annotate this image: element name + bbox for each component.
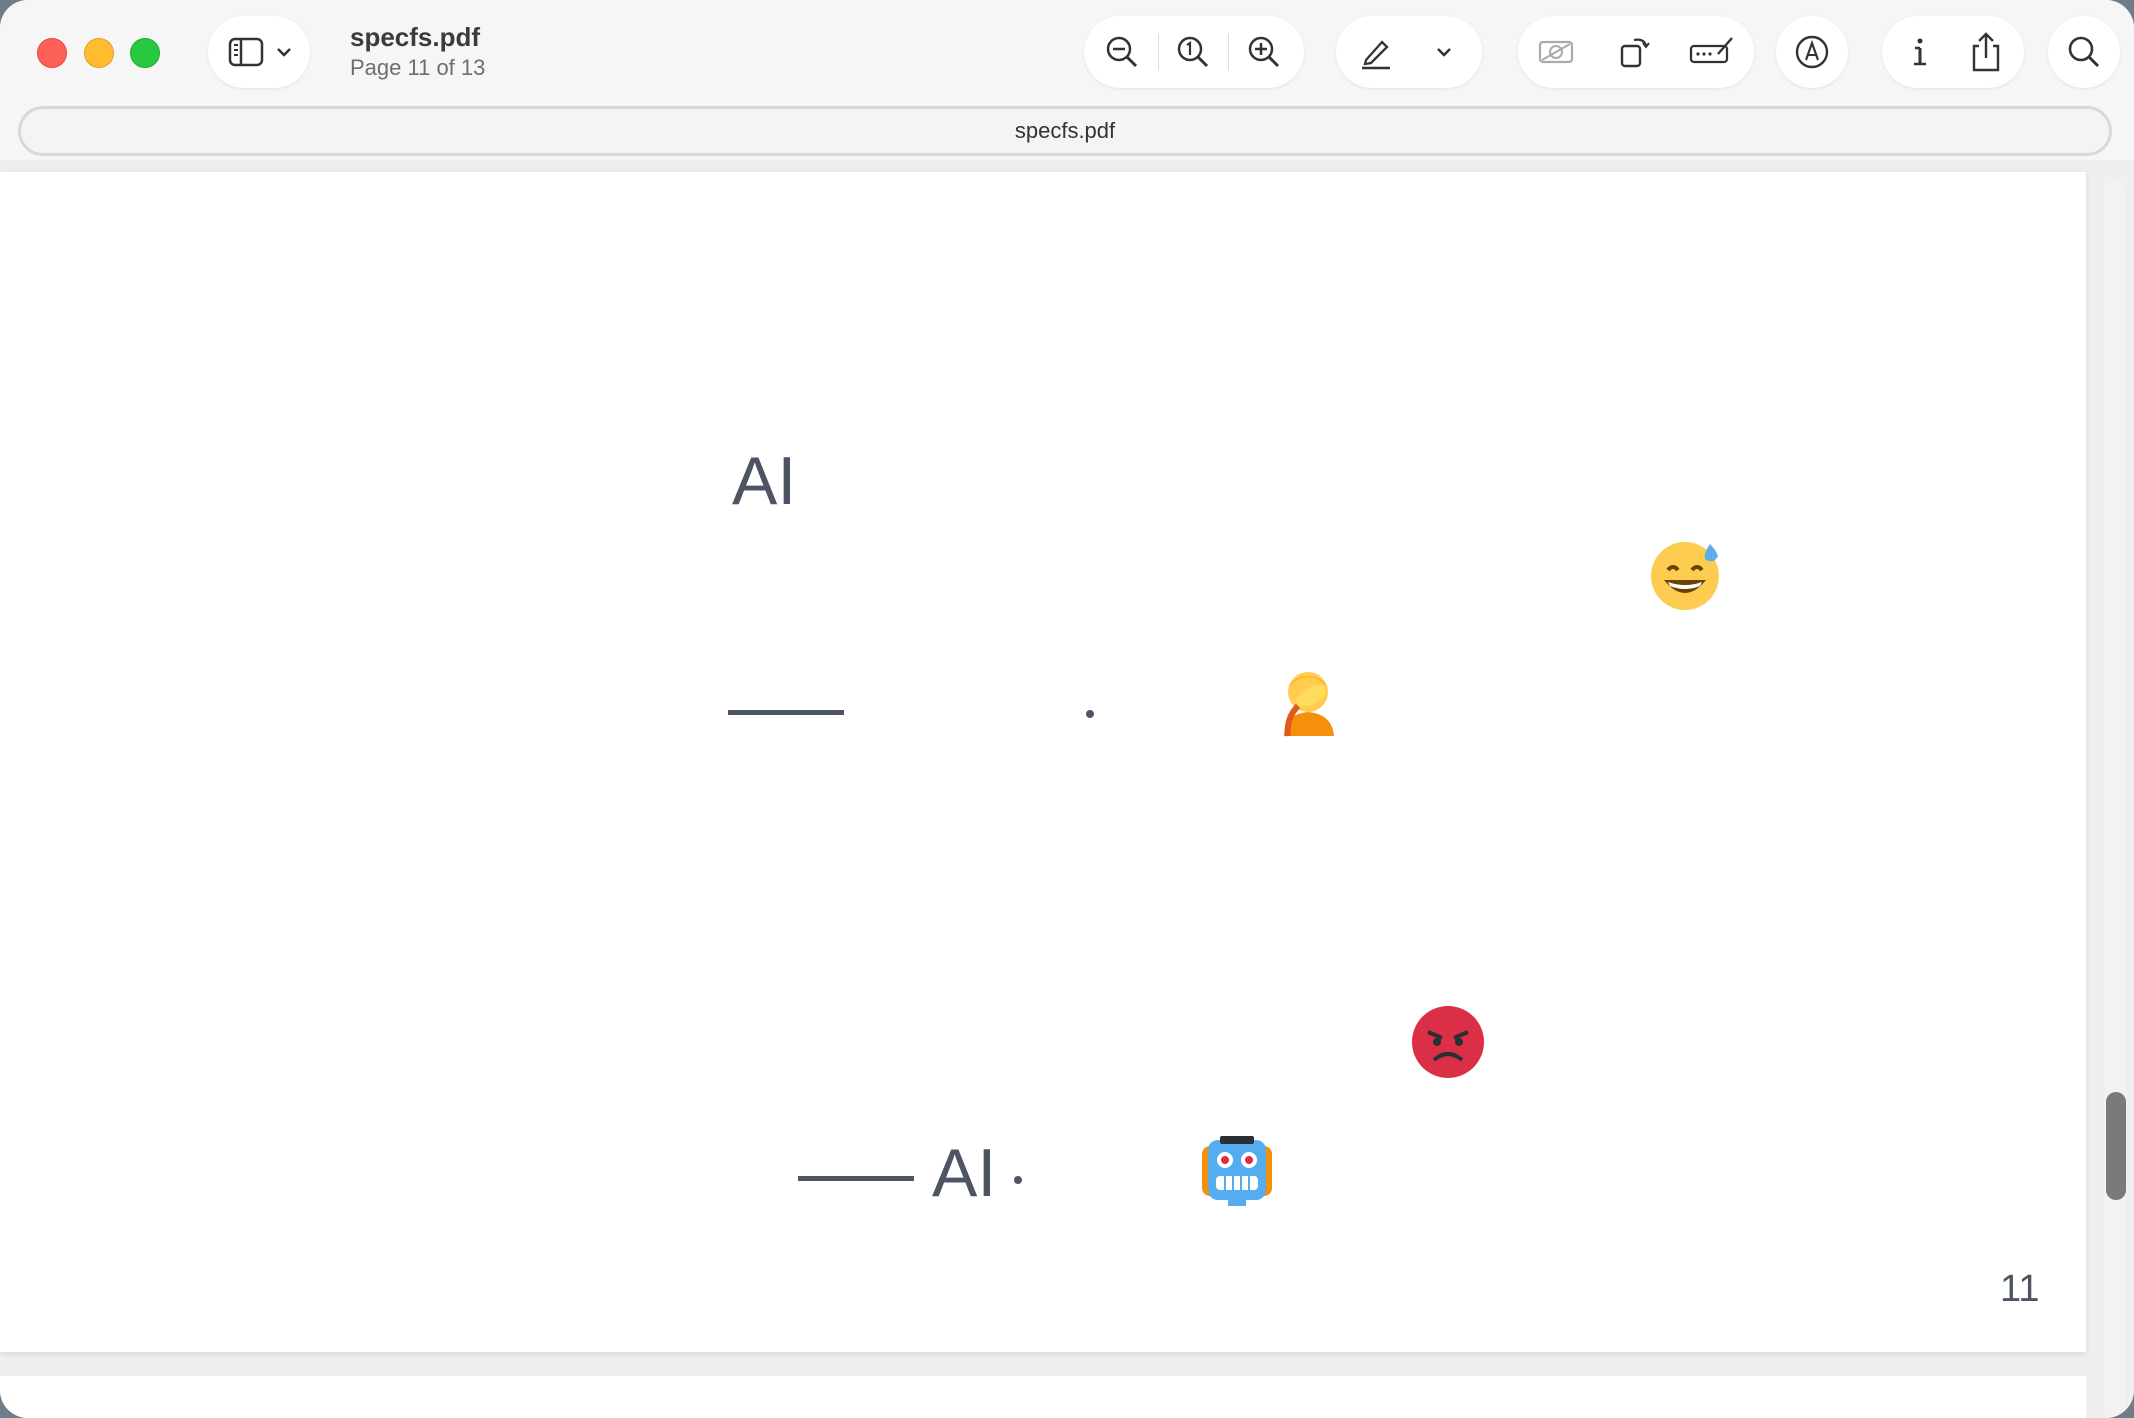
grinning-sweat-emoji: [1648, 536, 1724, 617]
divider: [1228, 34, 1229, 70]
horizontal-rule: [728, 710, 844, 715]
ai-label: AI: [932, 1135, 997, 1211]
zoom-in-icon[interactable]: [1244, 32, 1284, 72]
page-number: 11: [2000, 1268, 2040, 1310]
markup-pill: [1776, 16, 1848, 88]
bullet-dot: [1014, 1176, 1022, 1184]
pdf-page: AI AI 11: [0, 172, 2086, 1352]
document-title: specfs.pdf: [350, 22, 481, 52]
address-text: specfs.pdf: [1014, 118, 1116, 143]
sidebar-toggle-pill[interactable]: [208, 16, 310, 88]
minimize-button[interactable]: [84, 38, 114, 68]
highlight-controls: [1336, 16, 1482, 88]
preview-window: specfs.pdf Page 11 of 13 specfs.pdf AI A…: [0, 0, 2134, 1418]
rotate-icon[interactable]: [1614, 32, 1654, 72]
bullet-dot: [1086, 710, 1094, 718]
angry-face-emoji: [1410, 1004, 1486, 1085]
close-button[interactable]: [37, 38, 67, 68]
scrollbar-track[interactable]: [2104, 180, 2126, 1418]
actual-size-icon[interactable]: [1173, 32, 1213, 72]
tools-controls: [1518, 16, 1754, 88]
next-pdf-page: [0, 1376, 2086, 1418]
scrollbar-thumb[interactable]: [2106, 1092, 2126, 1200]
search-icon[interactable]: [2064, 32, 2104, 72]
zoom-button[interactable]: [130, 38, 160, 68]
zoom-out-icon[interactable]: [1102, 32, 1142, 72]
form-fill-icon[interactable]: [1688, 32, 1736, 72]
search-pill: [2048, 16, 2120, 88]
chevron-down-icon[interactable]: [1432, 40, 1456, 64]
redact-icon[interactable]: [1536, 32, 1576, 72]
zoom-controls: [1084, 16, 1304, 88]
highlight-pen-icon[interactable]: [1356, 32, 1396, 72]
titlebar: specfs.pdf Page 11 of 13 specfs.pdf: [0, 0, 2134, 160]
horizontal-rule: [798, 1176, 914, 1181]
facepalm-emoji: [1278, 666, 1340, 743]
share-icon[interactable]: [1966, 30, 2006, 74]
page-heading: AI: [732, 443, 797, 519]
info-icon[interactable]: [1900, 32, 1940, 72]
address-bar[interactable]: specfs.pdf: [18, 106, 2112, 156]
markup-icon[interactable]: [1792, 32, 1832, 72]
page-status: Page 11 of 13: [350, 55, 486, 80]
robot-emoji: [1198, 1132, 1276, 1211]
divider: [1158, 34, 1159, 70]
document-area[interactable]: AI AI 11: [0, 160, 2134, 1418]
sidebar-toggle-icon[interactable]: [226, 32, 266, 72]
chevron-down-icon[interactable]: [272, 40, 296, 64]
info-share-pill: [1882, 16, 2024, 88]
